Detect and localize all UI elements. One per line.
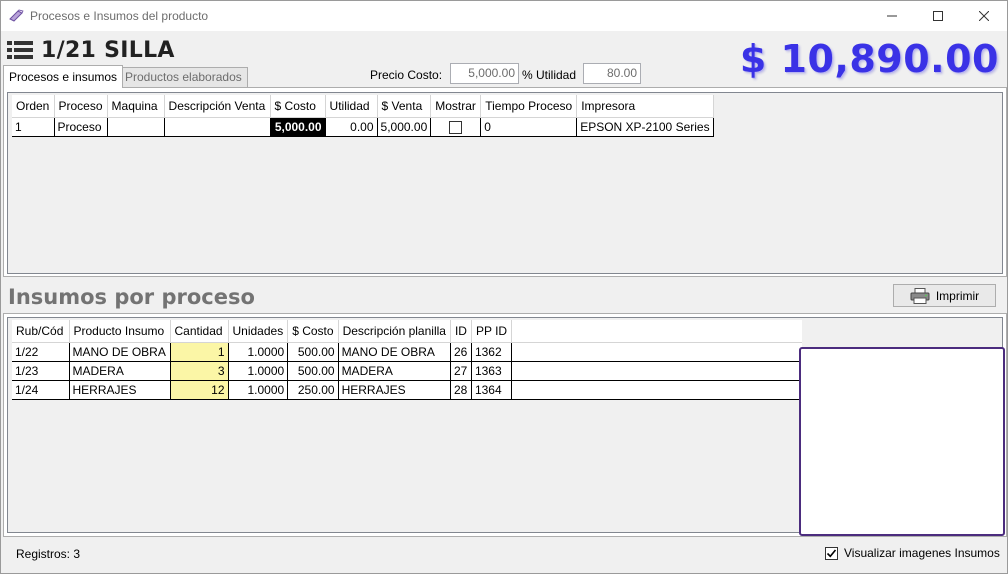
- product-header: 1/21 SILLA: [7, 37, 175, 63]
- cell-unidades[interactable]: 1.0000: [228, 361, 289, 381]
- col-proceso[interactable]: Proceso: [54, 95, 108, 118]
- col-impresora[interactable]: Impresora: [576, 95, 714, 118]
- cell-filler: [511, 361, 802, 381]
- insumos-table: Rub/Cód Producto Insumo Cantidad Unidade…: [12, 320, 802, 400]
- col-maquina[interactable]: Maquina: [107, 95, 165, 118]
- table-row[interactable]: 1/22 MANO DE OBRA 1 1.0000 500.00 MANO D…: [12, 342, 802, 362]
- cell-costo[interactable]: 5,000.00: [270, 117, 326, 137]
- cell-proceso[interactable]: Proceso: [54, 117, 108, 137]
- insumos-section-title: Insumos por proceso: [8, 285, 255, 309]
- insumo-image-preview: [799, 347, 1005, 536]
- procesos-table: Orden Proceso Maquina Descripción Venta …: [12, 95, 714, 137]
- cell-costo[interactable]: 250.00: [287, 380, 339, 400]
- maximize-icon: [933, 11, 943, 21]
- close-icon: [978, 10, 990, 22]
- col-mostrar[interactable]: Mostrar: [430, 95, 482, 118]
- col-orden[interactable]: Orden: [12, 95, 55, 118]
- cell-id[interactable]: 27: [450, 361, 472, 381]
- procesos-header-row: Orden Proceso Maquina Descripción Venta …: [12, 95, 714, 118]
- print-button-label: Imprimir: [935, 288, 980, 303]
- cell-maquina[interactable]: [107, 117, 165, 137]
- minimize-icon: [887, 15, 897, 17]
- minimize-button[interactable]: [869, 1, 915, 31]
- cell-ppid[interactable]: 1362: [471, 342, 513, 362]
- cell-descripcion[interactable]: MADERA: [338, 361, 451, 381]
- col-filler: [511, 320, 802, 343]
- close-button[interactable]: [961, 1, 1007, 31]
- col-utilidad[interactable]: Utilidad: [325, 95, 378, 118]
- window: Procesos e Insumos del producto 1/21 SIL…: [0, 0, 1008, 574]
- cell-ppid[interactable]: 1364: [471, 380, 513, 400]
- cell-cantidad[interactable]: 3: [170, 361, 229, 381]
- precio-costo-field[interactable]: 5,000.00: [450, 63, 519, 84]
- cell-descripcion[interactable]: HERRAJES: [338, 380, 451, 400]
- col-pp-id[interactable]: PP ID: [471, 320, 513, 343]
- tab-productos-elaborados[interactable]: Productos elaborados: [119, 67, 248, 87]
- maximize-button[interactable]: [915, 1, 961, 31]
- cell-id[interactable]: 26: [450, 342, 472, 362]
- cell-filler: [511, 380, 802, 400]
- total-price: $ 10,890.00: [739, 37, 999, 81]
- cell-filler: [511, 342, 802, 362]
- table-row[interactable]: 1/24 HERRAJES 12 1.0000 250.00 HERRAJES …: [12, 380, 802, 400]
- visualizar-checkbox[interactable]: [825, 546, 838, 560]
- cell-costo[interactable]: 500.00: [287, 361, 339, 381]
- cell-unidades[interactable]: 1.0000: [228, 342, 289, 362]
- cell-producto[interactable]: MADERA: [69, 361, 171, 381]
- cell-cantidad[interactable]: 1: [170, 342, 229, 362]
- cell-orden[interactable]: 1: [12, 117, 55, 137]
- visualizar-label: Visualizar imagenes Insumos: [844, 546, 1000, 560]
- table-row[interactable]: 1/23 MADERA 3 1.0000 500.00 MADERA 27 13…: [12, 361, 802, 381]
- col-venta[interactable]: $ Venta: [377, 95, 432, 118]
- print-button[interactable]: Imprimir: [893, 284, 996, 307]
- product-title: 1/21 SILLA: [41, 37, 175, 63]
- precio-costo-label: Precio Costo:: [370, 68, 443, 82]
- tab-procesos-insumos[interactable]: Procesos e insumos: [3, 65, 124, 88]
- insumos-header-row: Rub/Cód Producto Insumo Cantidad Unidade…: [12, 320, 802, 343]
- col-descripcion-planilla[interactable]: Descripción planilla: [338, 320, 451, 343]
- col-cantidad[interactable]: Cantidad: [170, 320, 229, 343]
- cell-rub[interactable]: 1/23: [12, 361, 70, 381]
- mostrar-checkbox[interactable]: [449, 120, 463, 134]
- procesos-panel: Orden Proceso Maquina Descripción Venta …: [3, 87, 1007, 277]
- col-descripcion-venta[interactable]: Descripción Venta: [164, 95, 271, 118]
- app-icon: [9, 9, 25, 23]
- col-rub-cod[interactable]: Rub/Cód: [12, 320, 70, 343]
- col-unidades[interactable]: Unidades: [228, 320, 289, 343]
- cell-rub[interactable]: 1/24: [12, 380, 70, 400]
- cell-utilidad[interactable]: 0.00: [325, 117, 378, 137]
- window-title: Procesos e Insumos del producto: [30, 9, 209, 23]
- col-costo[interactable]: $ Costo: [270, 95, 326, 118]
- cell-descripcion[interactable]: MANO DE OBRA: [338, 342, 451, 362]
- cell-mostrar[interactable]: [430, 117, 482, 137]
- table-row[interactable]: 1 Proceso 5,000.00 0.00 5,000.00 0 EPSON…: [12, 117, 714, 137]
- cell-producto[interactable]: HERRAJES: [69, 380, 171, 400]
- registros-count: Registros: 3: [16, 547, 81, 561]
- list-icon[interactable]: [7, 40, 33, 60]
- cell-id[interactable]: 28: [450, 380, 472, 400]
- printer-icon: [910, 287, 930, 304]
- cell-impresora[interactable]: EPSON XP-2100 Series: [576, 117, 714, 137]
- utilidad-field[interactable]: 80.00: [583, 63, 641, 84]
- title-bar: Procesos e Insumos del producto: [1, 1, 1007, 31]
- procesos-grid[interactable]: Orden Proceso Maquina Descripción Venta …: [7, 92, 1003, 274]
- col-producto-insumo[interactable]: Producto Insumo: [69, 320, 171, 343]
- utilidad-label: % Utilidad: [522, 68, 577, 82]
- col-tiempo-proceso[interactable]: Tiempo Proceso: [480, 95, 578, 118]
- cell-unidades[interactable]: 1.0000: [228, 380, 289, 400]
- checkmark-icon: [826, 548, 837, 557]
- cell-ppid[interactable]: 1363: [471, 361, 513, 381]
- cell-venta[interactable]: 5,000.00: [377, 117, 432, 137]
- visualizar-imagenes-toggle[interactable]: Visualizar imagenes Insumos: [825, 546, 1000, 560]
- cell-rub[interactable]: 1/22: [12, 342, 70, 362]
- cell-descripcion[interactable]: [164, 117, 271, 137]
- cell-cantidad[interactable]: 12: [170, 380, 229, 400]
- col-id[interactable]: ID: [450, 320, 472, 343]
- cell-tiempo[interactable]: 0: [480, 117, 578, 137]
- cell-costo[interactable]: 500.00: [287, 342, 339, 362]
- cell-producto[interactable]: MANO DE OBRA: [69, 342, 171, 362]
- col-costo[interactable]: $ Costo: [287, 320, 339, 343]
